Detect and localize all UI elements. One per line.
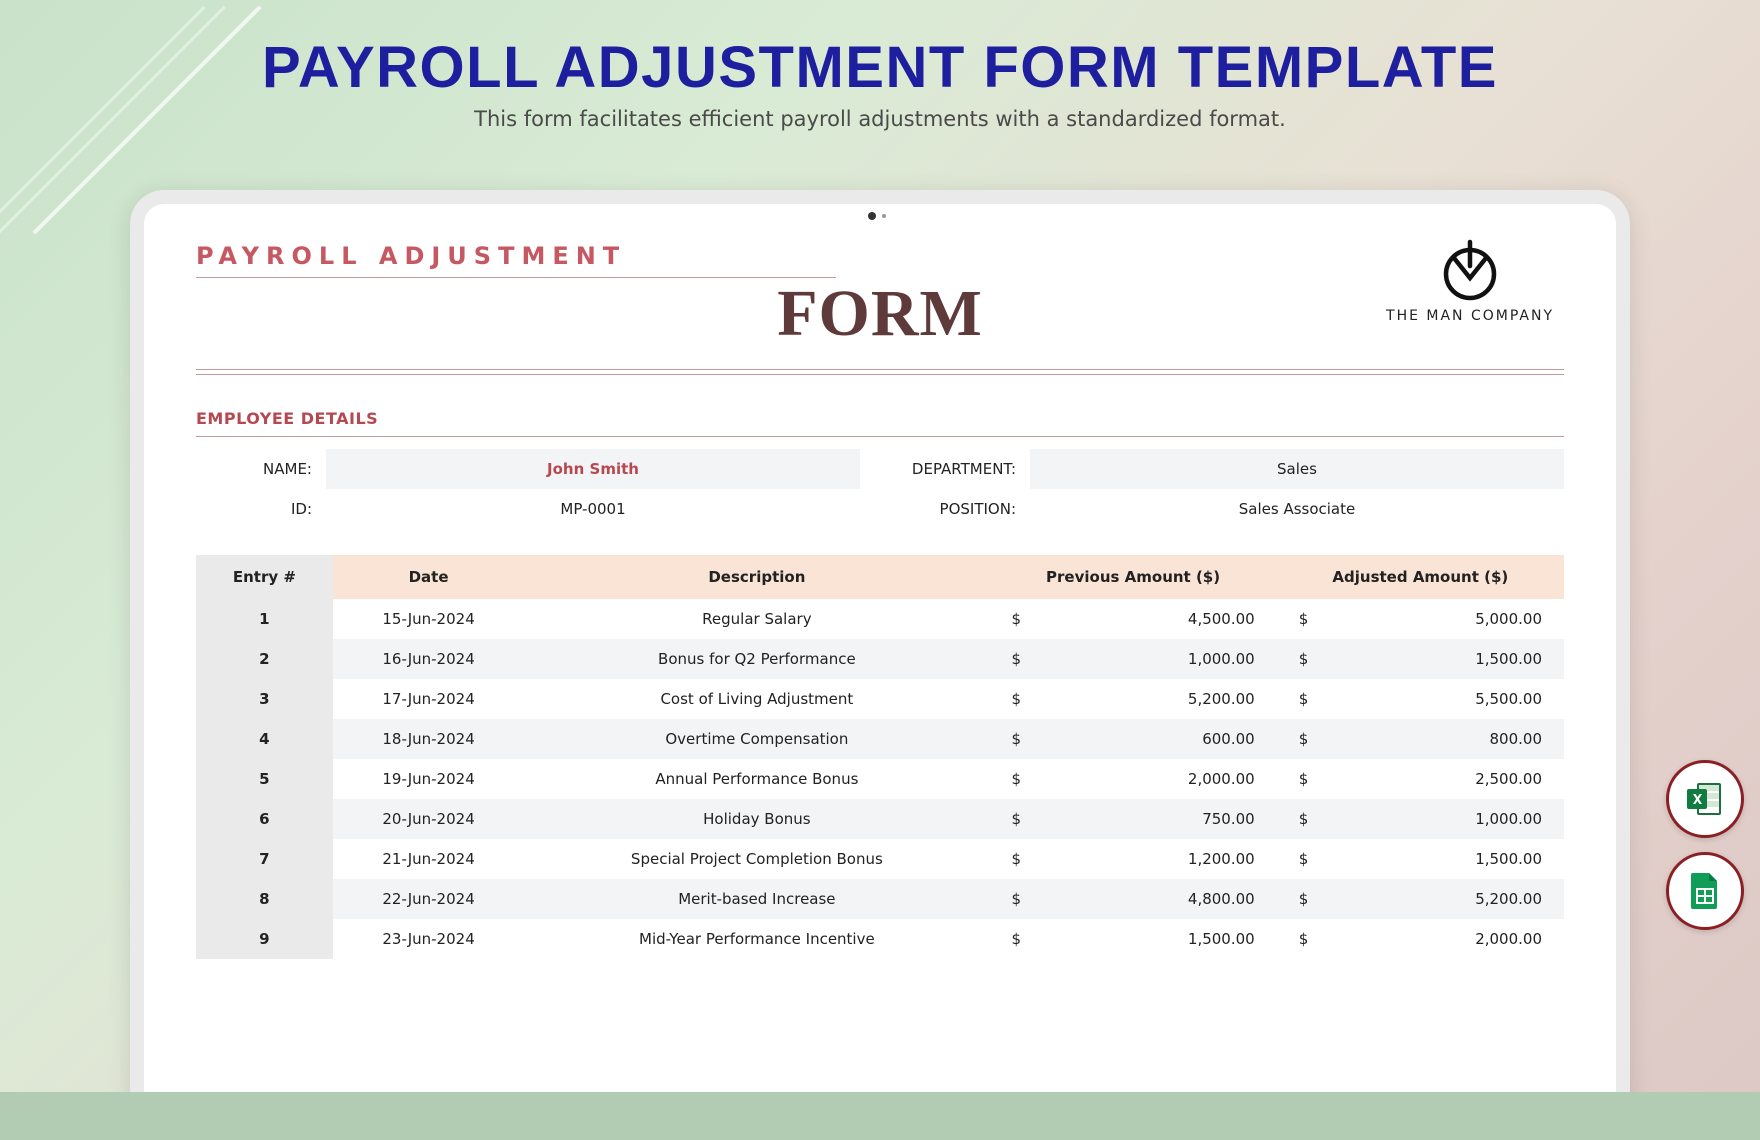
page-title: PAYROLL ADJUSTMENT FORM TEMPLATE [40, 34, 1720, 101]
cell-date: 23-Jun-2024 [333, 919, 525, 959]
cell-previous-amount: $1,000.00 [989, 639, 1276, 679]
company-logo: THE MAN COMPANY [1386, 238, 1554, 324]
col-date: Date [333, 555, 525, 599]
cell-previous-amount: $4,800.00 [989, 879, 1276, 919]
document-big-title: FORM [777, 276, 983, 352]
position-value: Sales Associate [1030, 489, 1564, 529]
table-row: 418-Jun-2024Overtime Compensation$600.00… [196, 719, 1564, 759]
excel-button[interactable] [1666, 760, 1744, 838]
cell-entry: 2 [196, 639, 333, 679]
cell-previous-amount: $750.00 [989, 799, 1276, 839]
sheets-button[interactable] [1666, 852, 1744, 930]
footer-band [0, 1092, 1760, 1140]
format-icons [1666, 760, 1744, 930]
cell-description: Cost of Living Adjustment [524, 679, 989, 719]
table-row: 822-Jun-2024Merit-based Increase$4,800.0… [196, 879, 1564, 919]
page-header: PAYROLL ADJUSTMENT FORM TEMPLATE This fo… [0, 0, 1760, 149]
cell-description: Mid-Year Performance Incentive [524, 919, 989, 959]
divider [196, 374, 1564, 375]
document: PAYROLL ADJUSTMENT FORM THE MAN COMPANY … [144, 204, 1616, 1140]
cell-entry: 1 [196, 599, 333, 639]
cell-adjusted-amount: $5,500.00 [1277, 679, 1564, 719]
department-label: DEPARTMENT: [860, 449, 1030, 489]
cell-entry: 9 [196, 919, 333, 959]
cell-adjusted-amount: $5,200.00 [1277, 879, 1564, 919]
table-row: 317-Jun-2024Cost of Living Adjustment$5,… [196, 679, 1564, 719]
cell-description: Regular Salary [524, 599, 989, 639]
cell-description: Annual Performance Bonus [524, 759, 989, 799]
google-sheets-icon [1683, 869, 1727, 913]
cell-previous-amount: $1,200.00 [989, 839, 1276, 879]
id-value: MP-0001 [326, 489, 860, 529]
cell-description: Holiday Bonus [524, 799, 989, 839]
cell-adjusted-amount: $800.00 [1277, 719, 1564, 759]
col-previous: Previous Amount ($) [989, 555, 1276, 599]
name-label: NAME: [196, 449, 326, 489]
cell-date: 21-Jun-2024 [333, 839, 525, 879]
cell-description: Bonus for Q2 Performance [524, 639, 989, 679]
cell-adjusted-amount: $5,000.00 [1277, 599, 1564, 639]
cell-previous-amount: $600.00 [989, 719, 1276, 759]
cell-previous-amount: $2,000.00 [989, 759, 1276, 799]
cell-entry: 3 [196, 679, 333, 719]
employee-details-grid: NAME: John Smith DEPARTMENT: Sales ID: M… [196, 449, 1564, 529]
col-entry: Entry # [196, 555, 333, 599]
cell-entry: 4 [196, 719, 333, 759]
cell-date: 20-Jun-2024 [333, 799, 525, 839]
department-value: Sales [1030, 449, 1564, 489]
table-row: 115-Jun-2024Regular Salary$4,500.00$5,00… [196, 599, 1564, 639]
company-name: THE MAN COMPANY [1386, 308, 1554, 324]
cell-previous-amount: $5,200.00 [989, 679, 1276, 719]
cell-adjusted-amount: $1,500.00 [1277, 639, 1564, 679]
cell-date: 19-Jun-2024 [333, 759, 525, 799]
position-label: POSITION: [860, 489, 1030, 529]
table-row: 519-Jun-2024Annual Performance Bonus$2,0… [196, 759, 1564, 799]
cell-date: 16-Jun-2024 [333, 639, 525, 679]
tablet-frame: PAYROLL ADJUSTMENT FORM THE MAN COMPANY … [130, 190, 1630, 1140]
adjustment-table: Entry # Date Description Previous Amount… [196, 555, 1564, 959]
cell-adjusted-amount: $2,500.00 [1277, 759, 1564, 799]
id-label: ID: [196, 489, 326, 529]
cell-entry: 8 [196, 879, 333, 919]
cell-adjusted-amount: $1,000.00 [1277, 799, 1564, 839]
cell-entry: 5 [196, 759, 333, 799]
page-subtitle: This form facilitates efficient payroll … [40, 107, 1720, 131]
section-title: EMPLOYEE DETAILS [196, 409, 1564, 437]
cell-adjusted-amount: $2,000.00 [1277, 919, 1564, 959]
cell-entry: 7 [196, 839, 333, 879]
table-row: 620-Jun-2024Holiday Bonus$750.00$1,000.0… [196, 799, 1564, 839]
cell-description: Merit-based Increase [524, 879, 989, 919]
col-adjusted: Adjusted Amount ($) [1277, 555, 1564, 599]
cell-date: 18-Jun-2024 [333, 719, 525, 759]
document-small-title: PAYROLL ADJUSTMENT [196, 242, 1564, 274]
table-row: 923-Jun-2024Mid-Year Performance Incenti… [196, 919, 1564, 959]
camera-dot-icon [882, 214, 886, 218]
table-row: 721-Jun-2024Special Project Completion B… [196, 839, 1564, 879]
employee-section: EMPLOYEE DETAILS NAME: John Smith DEPART… [196, 409, 1564, 959]
cell-date: 15-Jun-2024 [333, 599, 525, 639]
name-value: John Smith [326, 449, 860, 489]
cell-date: 17-Jun-2024 [333, 679, 525, 719]
cell-entry: 6 [196, 799, 333, 839]
divider [196, 277, 836, 278]
cell-adjusted-amount: $1,500.00 [1277, 839, 1564, 879]
excel-icon [1683, 777, 1727, 821]
table-header-row: Entry # Date Description Previous Amount… [196, 555, 1564, 599]
col-description: Description [524, 555, 989, 599]
document-header: PAYROLL ADJUSTMENT FORM THE MAN COMPANY [196, 242, 1564, 372]
cell-description: Special Project Completion Bonus [524, 839, 989, 879]
table-row: 216-Jun-2024Bonus for Q2 Performance$1,0… [196, 639, 1564, 679]
cell-previous-amount: $1,500.00 [989, 919, 1276, 959]
cell-date: 22-Jun-2024 [333, 879, 525, 919]
cell-description: Overtime Compensation [524, 719, 989, 759]
logo-icon [1438, 238, 1502, 302]
cell-previous-amount: $4,500.00 [989, 599, 1276, 639]
camera-icon [868, 212, 876, 220]
